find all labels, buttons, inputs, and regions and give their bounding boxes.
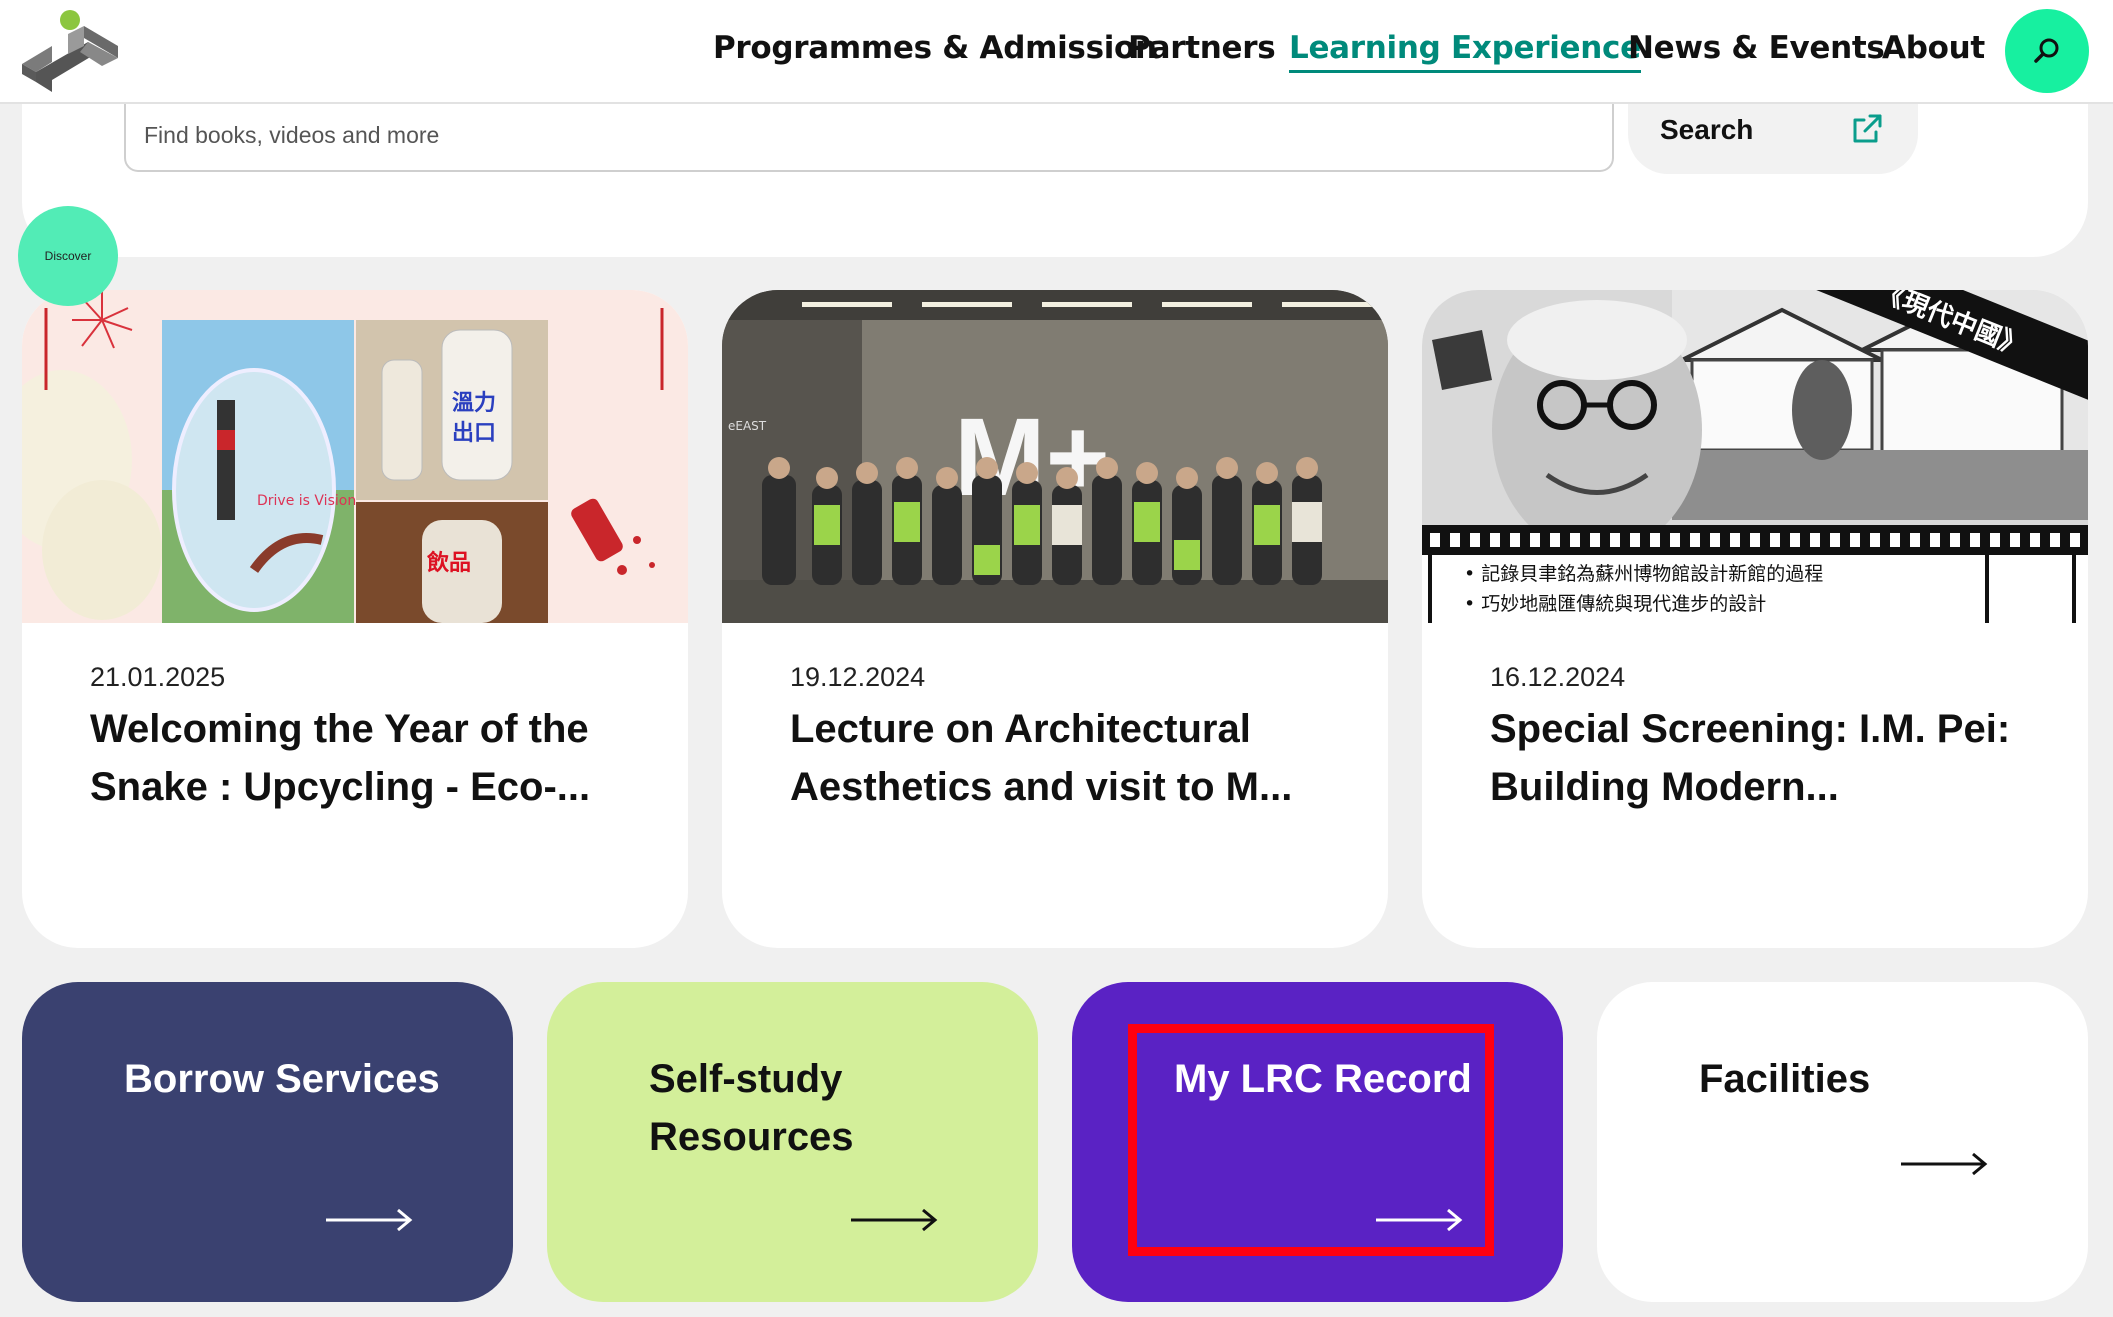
search-icon [2034, 38, 2059, 63]
event-card-image: • 記錄貝聿銘為蘇州博物館設計新館的過程 • 巧妙地融匯傳統與現代進步的設計 《… [1422, 290, 2088, 623]
tile-borrow-services[interactable]: Borrow Services [22, 982, 513, 1302]
search-button[interactable]: Search [1628, 92, 1918, 174]
tile-label: My LRC Record [1174, 1057, 1472, 1101]
tile-label: Borrow Services [124, 1057, 440, 1101]
nav-news-events[interactable]: News & Events [1628, 30, 1885, 66]
event-card-image-label: • 巧妙地融匯傳統與現代進步的設計 [1464, 593, 1766, 615]
nav-about[interactable]: About [1882, 30, 1985, 66]
tile-my-lrc-record[interactable]: My LRC Record [1072, 982, 1563, 1302]
event-card-date: 21.01.2025 [90, 662, 226, 692]
header-search-button[interactable] [2005, 9, 2089, 93]
event-card[interactable]: M+ eEAST 19.12.2024 Lecture on Architect… [722, 290, 1388, 948]
event-card-image: Drive is Vision 溫力 出口 飲品 [22, 290, 688, 623]
site-header: Programmes & Admission Partners Learning… [0, 0, 2113, 104]
event-card[interactable]: Drive is Vision 溫力 出口 飲品 21.01.2025 Welc… [22, 290, 688, 948]
tile-self-study-resources[interactable]: Self-study Resources [547, 982, 1038, 1302]
site-logo[interactable] [18, 6, 128, 98]
event-card-image: M+ eEAST [722, 290, 1388, 623]
event-card[interactable]: • 記錄貝聿銘為蘇州博物館設計新館的過程 • 巧妙地融匯傳統與現代進步的設計 《… [1422, 290, 2088, 948]
nav-partners[interactable]: Partners [1128, 30, 1276, 66]
event-card-date: 16.12.2024 [1490, 662, 1626, 692]
catalogue-search-input[interactable] [124, 101, 1614, 172]
external-link-icon [1853, 114, 1882, 143]
tile-label: Self-study Resources [649, 1057, 854, 1159]
discover-badge[interactable]: Discover [18, 206, 118, 306]
event-card-title[interactable]: Welcoming the Year of the Snake : Upcycl… [90, 700, 650, 816]
arrow-right-icon [851, 1208, 938, 1232]
tile-facilities[interactable]: Facilities [1597, 982, 2088, 1302]
event-card-image-label: 出口 [452, 421, 496, 446]
search-button-label: Search [1660, 114, 1754, 145]
arrow-right-icon [1901, 1152, 1988, 1176]
tile-label: Facilities [1699, 1057, 1871, 1101]
event-card-title[interactable]: Special Screening: I.M. Pei: Building Mo… [1490, 700, 2050, 816]
event-card-date: 19.12.2024 [790, 662, 926, 692]
event-card-image-label: eEAST [728, 419, 767, 433]
nav-learning-experience[interactable]: Learning Experience [1289, 30, 1641, 73]
nav-programmes-admission[interactable]: Programmes & Admission [713, 30, 1157, 66]
event-card-title[interactable]: Lecture on Architectural Aesthetics and … [790, 700, 1350, 816]
event-card-image-label: 飲品 [426, 550, 471, 576]
arrow-right-icon [1376, 1208, 1463, 1232]
event-card-image-label: • 記錄貝聿銘為蘇州博物館設計新館的過程 [1464, 563, 1823, 585]
arrow-right-icon [326, 1208, 413, 1232]
event-card-image-label: Drive is Vision [257, 493, 356, 509]
event-card-image-label: 溫力 [452, 391, 496, 416]
